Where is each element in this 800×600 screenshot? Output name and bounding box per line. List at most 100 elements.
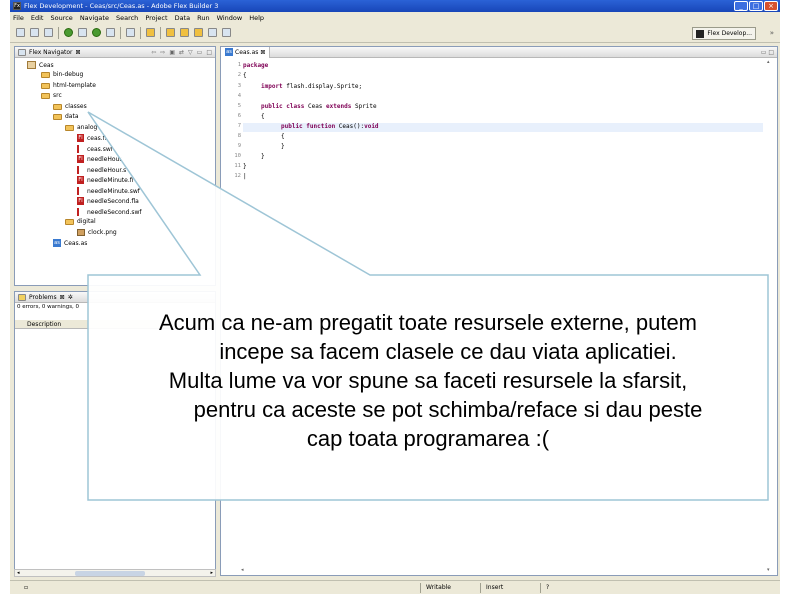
toolbar-separator bbox=[120, 26, 121, 39]
line-number: 11 bbox=[234, 163, 241, 169]
tree-item[interactable]: analog bbox=[65, 124, 97, 131]
tree-item[interactable]: html-template bbox=[41, 82, 96, 89]
maximize-view-icon[interactable]: □ bbox=[768, 49, 774, 56]
tab-ceas-as[interactable]: as Ceas.as ⊠ bbox=[221, 46, 271, 58]
tree-item[interactable]: bin-debug bbox=[41, 71, 83, 78]
close-tab-icon[interactable]: ⊠ bbox=[60, 294, 65, 301]
tree-item[interactable]: clock.png bbox=[77, 229, 117, 236]
back-arrow-icon[interactable]: ⇦ bbox=[151, 49, 156, 56]
forward-arrow-icon[interactable]: ⇨ bbox=[160, 49, 165, 56]
navigator-tree: Ceas bin-debug html-template src classes… bbox=[15, 58, 215, 247]
code-line: } bbox=[243, 143, 285, 150]
line-number: 5 bbox=[237, 103, 241, 109]
perspective-switcher[interactable]: Flex Develop... bbox=[692, 27, 756, 40]
tree-item[interactable]: digital bbox=[65, 218, 96, 225]
close-tab-icon[interactable]: ⊠ bbox=[260, 49, 265, 56]
new-class-icon[interactable] bbox=[126, 28, 135, 37]
tree-item[interactable]: Ceas bbox=[27, 61, 54, 69]
navigator-title[interactable]: Flex Navigator bbox=[29, 49, 73, 56]
fla-icon: Fl bbox=[77, 197, 84, 205]
tree-item[interactable]: needleHour.s bbox=[77, 166, 126, 174]
chevron-right-icon[interactable]: » bbox=[770, 29, 774, 37]
forward-icon[interactable] bbox=[222, 28, 231, 37]
menu-window[interactable]: Window bbox=[217, 14, 243, 22]
flex-perspective-icon bbox=[696, 29, 705, 38]
tree-item-label: needleSecond.swf bbox=[87, 208, 142, 216]
tree-item[interactable]: src bbox=[41, 92, 62, 99]
minimize-view-icon[interactable]: ▭ bbox=[197, 49, 203, 56]
line-number: 1 bbox=[237, 62, 241, 68]
print-icon[interactable] bbox=[44, 28, 53, 37]
tree-item[interactable]: needleMinute.swf bbox=[77, 187, 140, 195]
tree-item[interactable]: Fl ceas.fl bbox=[77, 134, 106, 142]
scroll-left-icon[interactable]: ◂ bbox=[17, 570, 20, 576]
maximize-view-icon[interactable]: □ bbox=[206, 49, 212, 56]
scroll-right-icon[interactable]: ▸ bbox=[210, 570, 213, 576]
navigator-icon bbox=[18, 48, 26, 56]
problems-title[interactable]: Problems bbox=[29, 294, 57, 301]
back-icon[interactable] bbox=[208, 28, 217, 37]
scroll-thumb[interactable] bbox=[75, 571, 145, 576]
menu-run[interactable]: Run bbox=[197, 14, 209, 22]
collapse-all-icon[interactable]: ▣ bbox=[169, 49, 175, 56]
console-tab-icon[interactable]: ✲ bbox=[68, 294, 73, 301]
prev-annotation-icon[interactable] bbox=[180, 28, 189, 37]
scroll-down-icon[interactable]: ▾ bbox=[767, 567, 770, 573]
menu-navigate[interactable]: Navigate bbox=[80, 14, 109, 22]
last-edit-icon[interactable] bbox=[194, 28, 203, 37]
tree-item-label: Ceas.as bbox=[64, 239, 88, 247]
close-tab-icon[interactable]: ⊠ bbox=[76, 49, 81, 56]
tree-item-label: html-template bbox=[53, 82, 96, 89]
export-icon[interactable] bbox=[106, 28, 115, 37]
png-icon bbox=[77, 229, 85, 236]
title-bar: Fx Flex Development - Ceas/src/Ceas.as -… bbox=[10, 0, 780, 12]
line-number: 7 bbox=[237, 123, 241, 129]
menu-search[interactable]: Search bbox=[116, 14, 138, 22]
view-menu-icon[interactable]: ▽ bbox=[188, 49, 193, 56]
code-line: { bbox=[243, 72, 247, 79]
close-button[interactable]: × bbox=[764, 1, 778, 11]
new-icon[interactable] bbox=[16, 28, 25, 37]
status-insert-mode: Insert bbox=[486, 584, 504, 591]
scroll-left-icon[interactable]: ◂ bbox=[241, 567, 244, 573]
pencil-icon[interactable] bbox=[146, 28, 155, 37]
code-text: { bbox=[243, 72, 247, 79]
menu-source[interactable]: Source bbox=[50, 14, 72, 22]
scroll-up-icon[interactable]: ▴ bbox=[767, 59, 770, 65]
tree-item[interactable]: Fl needleHour bbox=[77, 155, 122, 163]
menu-data[interactable]: Data bbox=[175, 14, 191, 22]
code-text: flash.display.Sprite; bbox=[282, 83, 363, 90]
fast-view-icon[interactable]: ▫ bbox=[24, 584, 28, 591]
code-line: { bbox=[243, 133, 285, 140]
save-icon[interactable] bbox=[30, 28, 39, 37]
minimize-view-icon[interactable]: ▭ bbox=[761, 49, 767, 56]
tree-item[interactable]: needleSecond.swf bbox=[77, 208, 142, 216]
editor-horizontal-scrollbar[interactable]: ◂ bbox=[241, 567, 761, 573]
menu-help[interactable]: Help bbox=[249, 14, 264, 22]
menu-project[interactable]: Project bbox=[145, 14, 167, 22]
tree-item-label: ceas.swf bbox=[87, 145, 113, 153]
link-editor-icon[interactable]: ⇄ bbox=[179, 49, 184, 56]
fla-icon: Fl bbox=[77, 134, 84, 142]
tree-item-label: needleMinute.fl bbox=[87, 176, 134, 184]
run-icon[interactable] bbox=[64, 28, 73, 37]
debug-icon[interactable] bbox=[78, 28, 87, 37]
editor-vertical-scrollbar[interactable]: ▴ ▾ bbox=[767, 59, 775, 573]
menu-file[interactable]: File bbox=[13, 14, 24, 22]
folder-icon bbox=[41, 82, 50, 89]
code-line: import flash.display.Sprite; bbox=[243, 83, 362, 90]
tree-item[interactable]: as Ceas.as bbox=[53, 239, 87, 247]
tree-item[interactable]: classes bbox=[53, 103, 87, 110]
minimize-button[interactable]: _ bbox=[734, 1, 748, 11]
tree-item[interactable]: Fl needleMinute.fl bbox=[77, 176, 134, 184]
as-file-icon: as bbox=[225, 48, 233, 56]
tree-item[interactable]: ceas.swf bbox=[77, 145, 113, 153]
horizontal-scrollbar[interactable]: ◂ ▸ bbox=[14, 569, 216, 577]
next-annotation-icon[interactable] bbox=[166, 28, 175, 37]
tree-item[interactable]: data bbox=[53, 113, 79, 120]
swf-icon bbox=[77, 166, 84, 174]
profile-icon[interactable] bbox=[92, 28, 101, 37]
maximize-button[interactable]: □ bbox=[749, 1, 763, 11]
menu-edit[interactable]: Edit bbox=[31, 14, 44, 22]
tree-item[interactable]: Fl needleSecond.fla bbox=[77, 197, 139, 205]
